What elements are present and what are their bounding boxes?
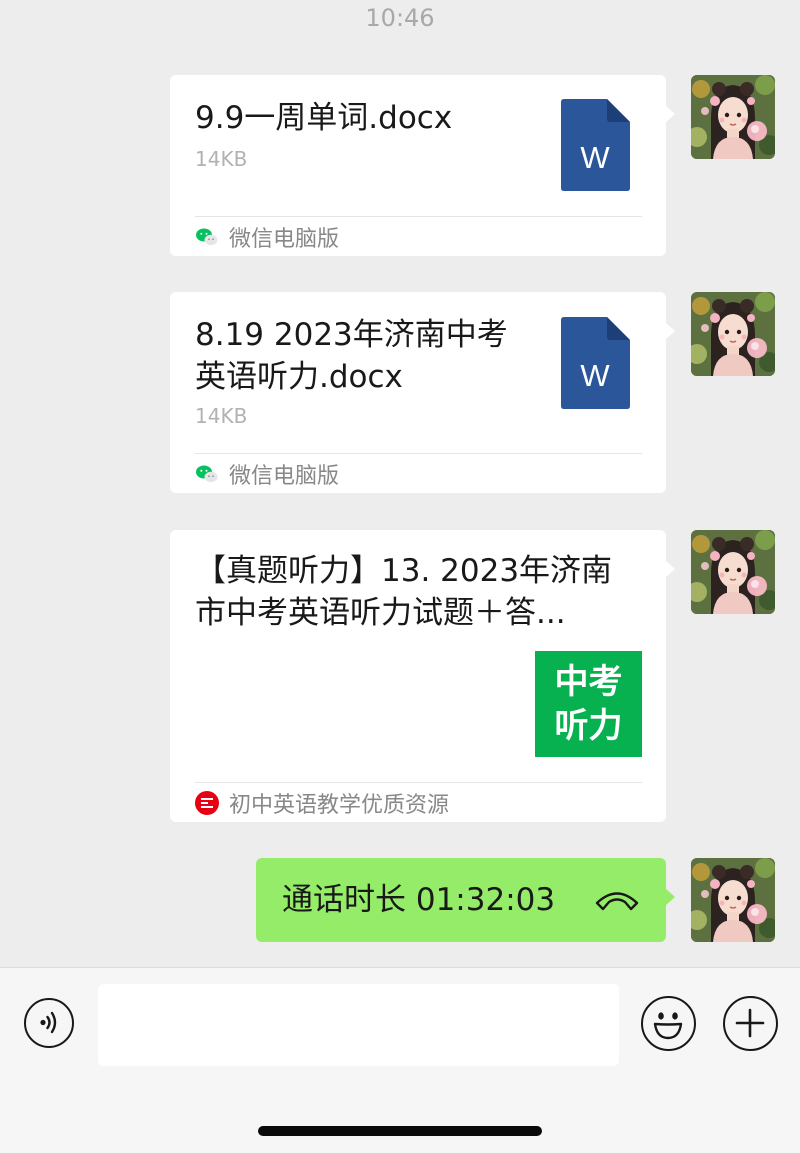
article-message[interactable]: 【真题听力】13. 2023年济南市中考英语听力试题＋答... 中考 听力 初中…: [170, 530, 675, 822]
wechat-icon: [195, 225, 219, 249]
thumbnail-text: 听力: [554, 706, 623, 746]
divider: [195, 782, 642, 783]
article-thumbnail: 中考 听力: [535, 651, 642, 757]
phone-hangup-icon: [595, 892, 639, 911]
home-indicator[interactable]: [258, 1126, 542, 1136]
emoji-button[interactable]: [641, 996, 696, 1051]
message-source: 微信电脑版: [195, 461, 340, 489]
avatar[interactable]: [691, 530, 775, 614]
more-button[interactable]: [723, 996, 778, 1051]
bubble-tail: [665, 105, 675, 123]
avatar[interactable]: [691, 75, 775, 159]
official-account-icon: [195, 791, 219, 815]
file-message[interactable]: 9.9一周单词.docx 14KB W 微信电脑版: [170, 75, 675, 256]
message-source: 微信电脑版: [195, 224, 340, 252]
file-size: 14KB: [195, 147, 248, 171]
message-source: 初中英语教学优质资源: [195, 790, 450, 818]
file-size: 14KB: [195, 404, 248, 428]
status-time: 10:46: [365, 4, 435, 32]
article-title: 【真题听力】13. 2023年济南市中考英语听力试题＋答...: [195, 553, 613, 631]
word-doc-icon: W: [561, 99, 630, 191]
voice-button[interactable]: [24, 998, 74, 1048]
wechat-icon: [195, 462, 219, 486]
call-duration: 通话时长 01:32:03: [282, 882, 556, 918]
file-message[interactable]: 8.19 2023年济南中考英语听力.docx 14KB W 微信电脑版: [170, 292, 675, 493]
word-doc-icon: W: [561, 317, 630, 409]
call-message[interactable]: 通话时长 01:32:03: [256, 858, 675, 942]
bubble-tail: [665, 560, 675, 578]
input-bar: [0, 967, 800, 1153]
avatar[interactable]: [691, 292, 775, 376]
avatar[interactable]: [691, 858, 775, 942]
plus-icon: [735, 1008, 765, 1038]
source-label: 初中英语教学优质资源: [229, 793, 450, 818]
word-doc-icon-letter: W: [580, 140, 610, 175]
thumbnail-text: 中考: [554, 662, 623, 702]
word-doc-icon-letter: W: [580, 358, 610, 393]
bubble-tail: [665, 888, 675, 906]
source-label: 微信电脑版: [229, 464, 340, 489]
voice-icon: [40, 1011, 57, 1034]
file-name: 8.19 2023年济南中考英语听力.docx: [195, 317, 508, 395]
divider: [195, 216, 642, 217]
emoji-icon: [653, 1012, 683, 1040]
message-input[interactable]: [98, 984, 619, 1066]
bubble-tail: [665, 322, 675, 340]
divider: [195, 453, 642, 454]
source-label: 微信电脑版: [229, 227, 340, 252]
file-name: 9.9一周单词.docx: [195, 100, 453, 136]
